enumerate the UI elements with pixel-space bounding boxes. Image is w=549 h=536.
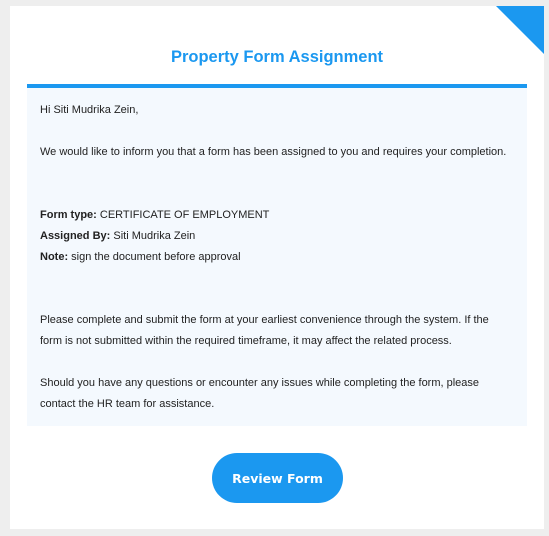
assigned-by-row: Assigned By: Siti Mudrika Zein (40, 226, 510, 247)
completion-text: Please complete and submit the form at y… (40, 314, 489, 347)
note-value: sign the document before approval (71, 251, 241, 263)
note-label: Note: (40, 251, 69, 263)
greeting-text: Hi Siti Mudrika Zein, (40, 104, 139, 116)
assigned-by-value: Siti Mudrika Zein (113, 230, 196, 242)
form-type-value: CERTIFICATE OF EMPLOYMENT (99, 209, 270, 221)
email-card: Property Form Assignment Hi Siti Mudrika… (10, 6, 544, 529)
assigned-by-label: Assigned By: (40, 230, 111, 242)
form-type-row: Form type: CERTIFICATE OF EMPLOYMENT (40, 205, 510, 226)
corner-ribbon (496, 6, 544, 54)
intro-text: We would like to inform you that a form … (40, 146, 507, 158)
note-row: Note: sign the document before approval (40, 247, 510, 268)
form-type-label: Form type: (40, 209, 97, 221)
page-title: Property Form Assignment (170, 48, 384, 66)
questions-text: Should you have any questions or encount… (40, 377, 480, 410)
review-form-button[interactable]: Review Form (212, 453, 343, 503)
message-body: Hi Siti Mudrika Zein, We would like to i… (27, 84, 527, 426)
